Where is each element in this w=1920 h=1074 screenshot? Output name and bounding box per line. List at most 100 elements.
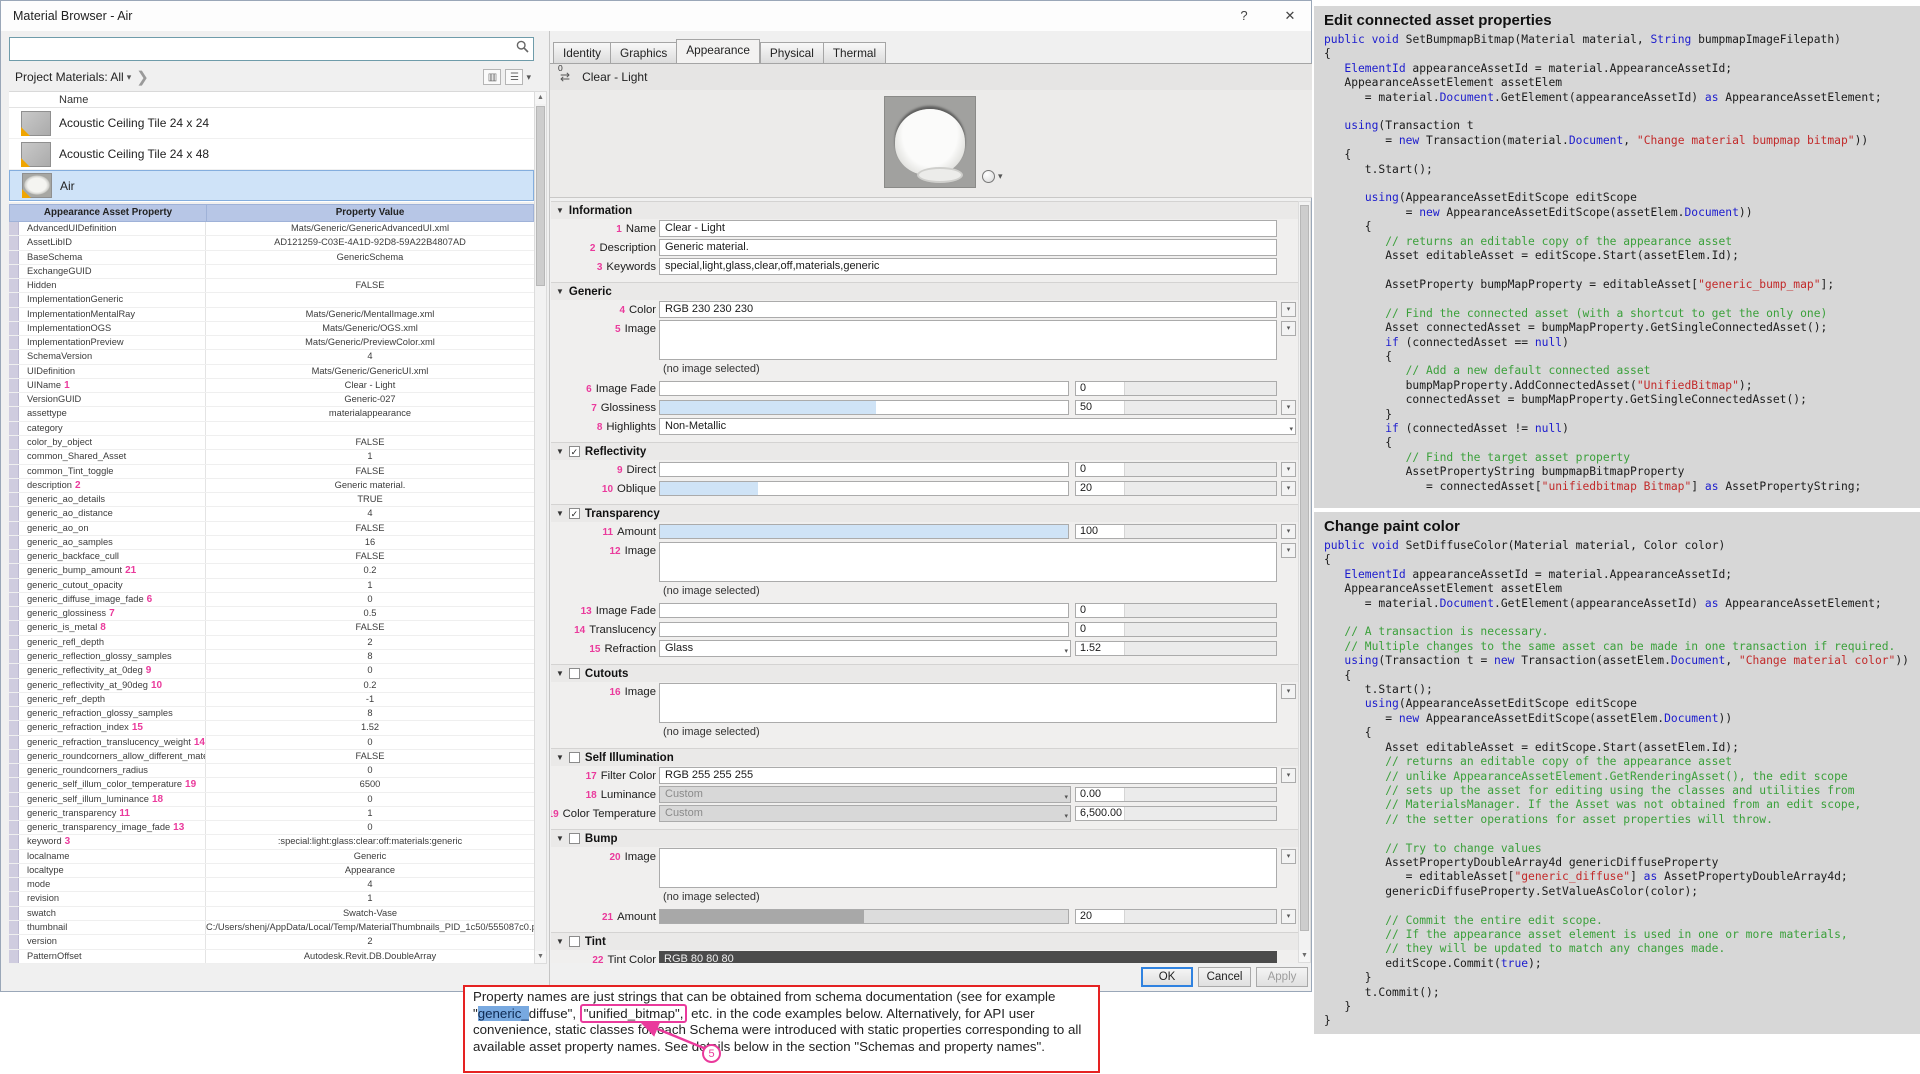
list-item[interactable]: Air: [9, 170, 534, 201]
field-dropdown-icon[interactable]: ▾: [1281, 400, 1296, 415]
collapse-triangle-icon[interactable]: ▼: [556, 669, 564, 678]
collapse-triangle-icon[interactable]: ▼: [556, 753, 564, 762]
section-header[interactable]: ▼Self Illumination: [551, 748, 1298, 766]
value-slider[interactable]: [659, 909, 1069, 924]
value-spinbox[interactable]: 1.52: [1075, 641, 1277, 656]
table-row[interactable]: generic_ao_samples16: [9, 536, 534, 550]
table-row[interactable]: generic_ao_onFALSE: [9, 522, 534, 536]
table-row[interactable]: BaseSchemaGenericSchema: [9, 251, 534, 265]
table-row[interactable]: revision1: [9, 892, 534, 906]
table-row[interactable]: version2: [9, 935, 534, 949]
section-header[interactable]: ▼Bump: [551, 829, 1298, 847]
value-slider[interactable]: [659, 462, 1069, 477]
section-header[interactable]: ▼✓Reflectivity: [551, 442, 1298, 460]
table-row[interactable]: VersionGUIDGeneric-027: [9, 393, 534, 407]
section-header[interactable]: ▼Tint: [551, 932, 1298, 950]
tab-thermal[interactable]: Thermal: [823, 42, 886, 64]
table-row[interactable]: HiddenFALSE: [9, 279, 534, 293]
table-row[interactable]: mode4: [9, 878, 534, 892]
table-row[interactable]: generic_ao_detailsTRUE: [9, 493, 534, 507]
tint-color-swatch[interactable]: RGB 80 80 80: [659, 951, 1277, 963]
collapse-triangle-icon[interactable]: ▼: [556, 447, 564, 456]
list-column-name[interactable]: Name: [9, 92, 534, 108]
table-row[interactable]: generic_refraction_index151.52: [9, 721, 534, 735]
section-header[interactable]: ▼✓Transparency: [551, 504, 1298, 522]
field-dropdown-icon[interactable]: ▾: [1281, 768, 1296, 783]
value-slider[interactable]: [659, 524, 1069, 539]
table-row[interactable]: generic_self_illum_color_temperature1965…: [9, 778, 534, 792]
text-field[interactable]: special,light,glass,clear,off,materials,…: [659, 258, 1277, 275]
image-picker[interactable]: [659, 848, 1277, 888]
table-row[interactable]: generic_cutout_opacity1: [9, 579, 534, 593]
table-row[interactable]: UIDefinitionMats/Generic/GenericUI.xml: [9, 365, 534, 379]
collapse-triangle-icon[interactable]: ▼: [556, 206, 564, 215]
value-spinbox[interactable]: 0.00: [1075, 787, 1277, 802]
table-row[interactable]: PatternOffsetAutodesk.Revit.DB.DoubleArr…: [9, 950, 534, 964]
field-dropdown-icon[interactable]: ▾: [1281, 321, 1296, 336]
tab-identity[interactable]: Identity: [553, 42, 610, 64]
section-checkbox[interactable]: [569, 668, 580, 679]
image-picker[interactable]: [659, 320, 1277, 360]
list-view-icon[interactable]: ☰: [505, 69, 523, 85]
table-row[interactable]: assettypematerialappearance: [9, 407, 534, 421]
column-header-property[interactable]: Appearance Asset Property: [10, 205, 207, 221]
left-scrollbar[interactable]: ▲ ▼: [534, 91, 547, 964]
list-item[interactable]: Acoustic Ceiling Tile 24 x 48: [9, 139, 534, 170]
dropdown-select[interactable]: Non-Metallic▾: [659, 418, 1296, 435]
field-dropdown-icon[interactable]: ▾: [1281, 481, 1296, 496]
list-item[interactable]: Acoustic Ceiling Tile 24 x 24: [9, 108, 534, 139]
value-spinbox[interactable]: 20: [1075, 481, 1277, 496]
table-row[interactable]: ImplementationGeneric: [9, 293, 534, 307]
value-slider[interactable]: [659, 481, 1069, 496]
color-swatch-field[interactable]: RGB 230 230 230: [659, 301, 1277, 318]
color-swatch-field[interactable]: RGB 255 255 255: [659, 767, 1277, 784]
table-row[interactable]: generic_diffuse_image_fade60: [9, 593, 534, 607]
section-header[interactable]: ▼Generic: [551, 282, 1298, 300]
apply-button[interactable]: Apply: [1256, 967, 1308, 987]
table-row[interactable]: generic_self_illum_luminance180: [9, 793, 534, 807]
table-row[interactable]: category: [9, 422, 534, 436]
table-row[interactable]: generic_bump_amount210.2: [9, 564, 534, 578]
table-row[interactable]: generic_is_metal8FALSE: [9, 621, 534, 635]
section-checkbox[interactable]: [569, 833, 580, 844]
section-checkbox[interactable]: ✓: [569, 508, 580, 519]
value-spinbox[interactable]: 0: [1075, 603, 1277, 618]
table-row[interactable]: generic_roundcorners_allow_different_mat…: [9, 750, 534, 764]
material-preview-image[interactable]: [884, 96, 976, 188]
scrollbar-thumb[interactable]: [1300, 205, 1309, 931]
sections-scrollbar[interactable]: ▼: [1298, 201, 1311, 963]
value-spinbox[interactable]: 0: [1075, 622, 1277, 637]
table-row[interactable]: keyword3:special:light:glass:clear:off:m…: [9, 835, 534, 849]
collapse-triangle-icon[interactable]: ▼: [556, 937, 564, 946]
split-view-icon[interactable]: ▥: [483, 69, 501, 85]
tab-physical[interactable]: Physical: [760, 42, 823, 64]
value-slider[interactable]: [659, 603, 1069, 618]
table-row[interactable]: generic_transparency_image_fade130: [9, 821, 534, 835]
table-row[interactable]: generic_reflectivity_at_0deg90: [9, 664, 534, 678]
table-row[interactable]: ImplementationPreviewMats/Generic/Previe…: [9, 336, 534, 350]
image-picker[interactable]: [659, 683, 1277, 723]
value-spinbox[interactable]: 20: [1075, 909, 1277, 924]
image-picker[interactable]: [659, 542, 1277, 582]
value-spinbox[interactable]: 0: [1075, 462, 1277, 477]
table-row[interactable]: common_Tint_toggleFALSE: [9, 465, 534, 479]
collapse-triangle-icon[interactable]: ▼: [556, 287, 564, 296]
column-header-value[interactable]: Property Value: [207, 205, 533, 221]
value-spinbox[interactable]: 6,500.00: [1075, 806, 1277, 821]
view-options-caret-icon[interactable]: ▾: [523, 72, 534, 83]
table-row[interactable]: generic_roundcorners_radius0: [9, 764, 534, 778]
collapse-triangle-icon[interactable]: ▼: [556, 509, 564, 518]
table-row[interactable]: UIName1Clear - Light: [9, 379, 534, 393]
table-row[interactable]: ExchangeGUID: [9, 265, 534, 279]
value-slider[interactable]: [659, 622, 1069, 637]
value-spinbox[interactable]: 0: [1075, 381, 1277, 396]
table-row[interactable]: description2Generic material.: [9, 479, 534, 493]
table-row[interactable]: generic_refl_depth2: [9, 636, 534, 650]
section-header[interactable]: ▼Information: [551, 201, 1298, 219]
scroll-up-icon[interactable]: ▲: [535, 92, 546, 104]
field-dropdown-icon[interactable]: ▾: [1281, 909, 1296, 924]
text-field[interactable]: Clear - Light: [659, 220, 1277, 237]
table-row[interactable]: generic_reflection_glossy_samples8: [9, 650, 534, 664]
field-dropdown-icon[interactable]: ▾: [1281, 462, 1296, 477]
table-row[interactable]: generic_reflectivity_at_90deg100.2: [9, 679, 534, 693]
